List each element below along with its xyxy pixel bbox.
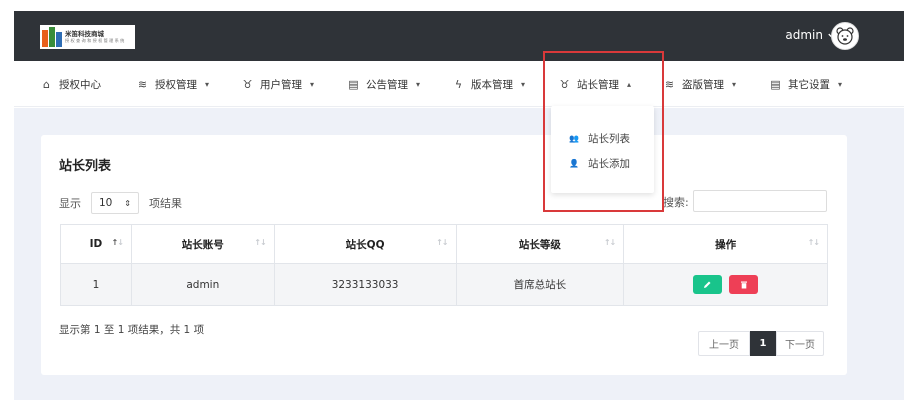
col-header-level[interactable]: 站长等级 ↑↓ <box>455 224 625 264</box>
search-label: 搜索: <box>663 196 689 209</box>
layers-icon: ≋ <box>137 78 148 91</box>
card-title: 站长列表 <box>59 159 112 174</box>
logo-subtitle: 授 权 查 询 和 授 权 管 理 系 统 <box>65 38 125 44</box>
chevron-down-icon: ▾ <box>310 80 315 89</box>
logo-title: 米笛科技商城 <box>65 29 104 38</box>
cell-account: admin <box>130 263 275 306</box>
nav-item-label: 授权中心 <box>59 79 101 91</box>
dropdown-item-label: 站长列表 <box>587 133 630 145</box>
cell-actions <box>623 263 828 306</box>
sort-icon: ↑↓ <box>254 238 266 247</box>
user-add-icon: 👤 <box>569 159 579 168</box>
page-length-control: 显示 10 ⇕ 项结果 <box>59 192 182 214</box>
nav-item-version-manage[interactable]: ϟ 版本管理 ▾ <box>452 77 525 92</box>
cell-id: 1 <box>60 263 132 306</box>
nav-item-label: 公告管理 <box>366 79 408 91</box>
page-length-value: 10 <box>99 197 113 209</box>
pencil-icon <box>704 281 711 288</box>
nav-item-label: 其它设置 <box>788 79 830 91</box>
nav-item-label: 版本管理 <box>471 79 513 91</box>
avatar-bear-icon[interactable] <box>831 22 859 50</box>
page-length-select[interactable]: 10 ⇕ <box>91 192 139 214</box>
chevron-down-icon: ▾ <box>732 80 737 89</box>
nav-item-label: 站长管理 <box>577 79 619 91</box>
user-mask-icon: ♉ <box>242 78 253 91</box>
search-input[interactable] <box>693 190 827 212</box>
delete-button[interactable] <box>729 275 759 294</box>
layers-icon: ≋ <box>664 78 675 91</box>
webmaster-list-card: 站长列表 显示 10 ⇕ 项结果 搜索: ID ↑↓ 站长账号 ↑↓ 站长QQ … <box>41 135 847 375</box>
cell-level: 首席总站长 <box>455 263 625 306</box>
chevron-up-icon: ▴ <box>627 80 632 89</box>
dropdown-item-webmaster-list[interactable]: 👥 站长列表 <box>569 131 630 146</box>
chevron-down-icon: ▾ <box>416 80 421 89</box>
table-row: 1 admin 3233133033 首席总站长 <box>60 263 828 306</box>
webmaster-dropdown-menu: 👥 站长列表 👤 站长添加 <box>551 106 654 193</box>
sort-icon: ↑↓ <box>603 238 616 247</box>
nav-item-notice-manage[interactable]: ▤ 公告管理 ▾ <box>347 77 420 92</box>
dropdown-item-webmaster-add[interactable]: 👤 站长添加 <box>569 156 630 171</box>
nav-item-label: 盗版管理 <box>682 79 724 91</box>
col-header-qq[interactable]: 站长QQ ↑↓ <box>273 224 457 264</box>
dropdown-item-label: 站长添加 <box>587 158 630 170</box>
top-header: 米笛科技商城 授 权 查 询 和 授 权 管 理 系 统 admin <box>14 11 904 61</box>
trash-icon <box>740 281 747 288</box>
chevron-down-icon: ▾ <box>205 80 210 89</box>
cell-qq: 3233133033 <box>273 263 457 306</box>
logo-mark-icon <box>42 27 62 47</box>
logo[interactable]: 米笛科技商城 授 权 查 询 和 授 权 管 理 系 统 <box>40 25 135 49</box>
chevron-down-icon: ▾ <box>521 80 526 89</box>
nav-item-label: 用户管理 <box>260 79 302 91</box>
nav-item-other-settings[interactable]: ▤ 其它设置 ▾ <box>769 77 842 92</box>
webmaster-table: ID ↑↓ 站长账号 ↑↓ 站长QQ ↑↓ 站长等级 ↑↓ 操作 ↑↓ 1 ad… <box>60 224 828 306</box>
table-info: 显示第 1 至 1 项结果，共 1 项 <box>59 324 205 336</box>
user-menu[interactable]: admin <box>785 28 836 42</box>
length-suffix: 项结果 <box>149 197 182 210</box>
user-name: admin <box>785 28 823 42</box>
bolt-icon: ϟ <box>454 78 463 91</box>
document-icon: ▤ <box>770 78 781 91</box>
sort-icon: ↑↓ <box>111 238 123 247</box>
pagination: 上一页 1 下一页 <box>698 331 824 356</box>
nav-item-label: 授权管理 <box>155 79 197 91</box>
page-number-button[interactable]: 1 <box>750 331 776 356</box>
select-arrows-icon: ⇕ <box>124 198 131 208</box>
col-header-account[interactable]: 站长账号 ↑↓ <box>130 224 275 264</box>
nav-item-auth-center[interactable]: ⌂ 授权中心 <box>40 77 101 92</box>
users-icon: 👥 <box>569 134 579 143</box>
home-icon: ⌂ <box>43 78 50 91</box>
next-page-button[interactable]: 下一页 <box>776 331 824 356</box>
main-nav: ⌂ 授权中心 ≋ 授权管理 ▾ ♉ 用户管理 ▾ ▤ 公告管理 ▾ ϟ 版本管理… <box>14 61 904 107</box>
col-header-id[interactable]: ID ↑↓ <box>60 224 132 264</box>
nav-item-auth-manage[interactable]: ≋ 授权管理 ▾ <box>136 77 209 92</box>
sort-icon: ↑↓ <box>807 238 820 247</box>
chevron-down-icon: ▾ <box>838 80 843 89</box>
document-icon: ▤ <box>348 78 359 91</box>
sort-icon: ↑↓ <box>436 238 448 247</box>
length-prefix: 显示 <box>59 197 81 210</box>
logo-text: 米笛科技商城 授 权 查 询 和 授 权 管 理 系 统 <box>65 31 124 44</box>
nav-item-user-manage[interactable]: ♉ 用户管理 ▾ <box>241 77 314 92</box>
nav-item-piracy-manage[interactable]: ≋ 盗版管理 ▾ <box>663 77 736 92</box>
table-header-row: ID ↑↓ 站长账号 ↑↓ 站长QQ ↑↓ 站长等级 ↑↓ 操作 ↑↓ <box>60 224 828 264</box>
main-content: 站长列表 显示 10 ⇕ 项结果 搜索: ID ↑↓ 站长账号 ↑↓ 站长QQ … <box>14 108 904 400</box>
user-mask-icon: ♉ <box>559 78 570 91</box>
nav-item-webmaster-manage[interactable]: ♉ 站长管理 ▴ <box>558 77 631 92</box>
col-header-actions[interactable]: 操作 ↑↓ <box>623 224 828 264</box>
prev-page-button[interactable]: 上一页 <box>698 331 750 356</box>
edit-button[interactable] <box>692 275 722 294</box>
